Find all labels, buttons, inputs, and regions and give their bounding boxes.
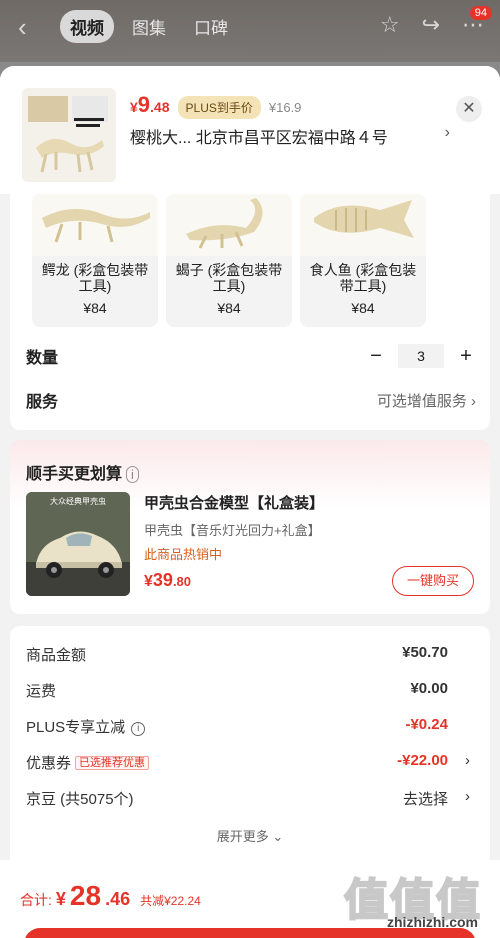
decrease-button[interactable]: − [366,345,386,368]
shipping-row: 运费 ¥0.00 [26,680,448,700]
increase-button[interactable]: + [456,345,476,368]
sale-price: ¥9.48 [130,92,170,117]
purchase-sheet: ¥9.48 PLUS到手价 ¥16.9 樱桃大... 北京市昌平区宏福中路４号 … [0,66,500,938]
variant-image [300,194,426,256]
variant-price: ¥84 [217,300,241,316]
beans-select: 去选择 [402,791,448,808]
options-section: 鳄龙 (彩盒包装带工具) ¥84 蝎子 (彩盒包装带工具) ¥84 食人鱼 (彩… [10,194,490,430]
tab-video[interactable]: 视频 [60,10,114,43]
site-watermark: 值值值 zhizhizhi.com [343,874,482,930]
variant-name: 蝎子 (彩盒包装带工具) [175,262,283,294]
top-header: ‹ 视频 图集 口碑 ☆ ↪ ⋯ 94 [0,0,500,62]
info-icon[interactable]: i [131,722,146,736]
addon-item-title[interactable]: 甲壳虫合金模型【礼盒装】 [144,492,324,513]
quantity-input[interactable]: 3 [398,344,444,368]
star-icon[interactable]: ☆ [380,12,400,38]
tab-reviews[interactable]: 口碑 [184,10,238,43]
top-actions: ☆ ↪ ⋯ [380,12,484,38]
tab-gallery[interactable]: 图集 [122,10,176,43]
variant-price: ¥84 [83,300,107,316]
variant-card[interactable]: 鳄龙 (彩盒包装带工具) ¥84 [32,194,158,327]
variant-image [166,194,292,256]
one-click-buy-button[interactable]: 一键购买 [392,566,474,596]
goods-amount-row: 商品金额 ¥50.70 [26,644,448,664]
chevron-right-icon: › [471,393,476,410]
variant-card[interactable]: 食人鱼 (彩盒包装带工具) ¥84 [300,194,426,327]
total-bar: 合计: ¥28.46 共减¥22.24 值值值 zhizhizhi.com [0,860,500,938]
close-button[interactable]: ✕ [456,96,482,122]
chevron-right-icon: › [465,788,470,805]
price-row: ¥9.48 PLUS到手价 ¥16.9 [130,92,301,119]
variant-price: ¥84 [351,300,375,316]
chevron-right-icon: › [465,752,470,769]
shipping-fee: ¥0.00 [410,680,448,697]
submit-order-button[interactable] [24,928,476,938]
svg-text:大众经典甲壳虫: 大众经典甲壳虫 [50,496,106,506]
variant-list: 鳄龙 (彩盒包装带工具) ¥84 蝎子 (彩盒包装带工具) ¥84 食人鱼 (彩… [32,194,426,327]
variant-name: 食人鱼 (彩盒包装带工具) [309,262,417,294]
product-thumbnail [22,88,116,182]
addon-section: 顺手买更划算 i 大众经典甲壳虫 甲壳虫合金模型【礼盒装】 甲壳虫【音乐灯光回力+… [10,440,490,614]
expand-more-button[interactable]: 展开更多 ⌄ [10,826,490,845]
coupon-value: -¥22.00 [397,752,448,769]
variant-name: 鳄龙 (彩盒包装带工具) [41,262,149,294]
quantity-label: 数量 [26,350,59,367]
original-price: ¥16.9 [268,100,302,115]
addon-item-spec: 甲壳虫【音乐灯光回力+礼盒】 [144,523,321,538]
plus-price-tag: PLUS到手价 [177,96,261,119]
plus-discount: -¥0.24 [405,716,448,733]
addon-hot-label: 此商品热销中 [144,547,223,562]
jd-beans-row[interactable]: 京豆 (共5075个) 去选择 › [26,788,474,812]
info-icon[interactable]: i [126,466,139,483]
goods-amount: ¥50.70 [402,644,448,661]
variant-image [32,194,158,256]
coupon-tag: 已选推荐优惠 [75,756,150,770]
chevron-right-icon[interactable]: › [445,124,450,142]
addon-price: ¥39.80 [144,570,192,590]
message-badge: 94 [469,6,492,20]
addon-title: 顺手买更划算 i [26,460,139,484]
quantity-row: 数量 − 3 + [26,344,476,374]
service-row[interactable]: 服务 可选增值服务 › [26,388,476,418]
total-savings: 共减¥22.24 [140,894,201,908]
product-header: ¥9.48 PLUS到手价 ¥16.9 樱桃大... 北京市昌平区宏福中路４号 … [0,66,500,194]
plus-discount-row: PLUS专享立减 i -¥0.24 [26,716,448,736]
service-label: 服务 [26,394,59,411]
coupon-row[interactable]: 优惠券 已选推荐优惠 -¥22.00 › [26,752,474,776]
quantity-stepper: − 3 + [366,344,476,368]
share-icon[interactable]: ↪ [422,12,440,38]
service-value: 可选增值服务 › [376,393,476,410]
order-total: 合计: ¥28.46 共减¥22.24 [20,880,201,911]
cost-breakdown: 商品金额 ¥50.70 运费 ¥0.00 PLUS专享立减 i -¥0.24 优惠… [10,626,490,866]
media-tabs: 视频 图集 口碑 [60,10,238,43]
delivery-address[interactable]: 樱桃大... 北京市昌平区宏福中路４号 [130,124,460,148]
addon-image[interactable]: 大众经典甲壳虫 [26,492,130,596]
back-arrow-icon[interactable]: ‹ [18,12,27,43]
variant-card[interactable]: 蝎子 (彩盒包装带工具) ¥84 [166,194,292,327]
